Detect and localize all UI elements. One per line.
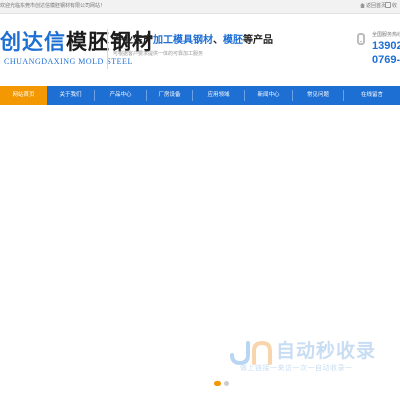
- nav-item-about[interactable]: 关于我们: [47, 86, 94, 105]
- favorite-icon: [385, 2, 391, 8]
- home-link[interactable]: 返回首页: [360, 0, 386, 13]
- nav-item-products[interactable]: 产品中心: [95, 86, 146, 105]
- phone-icon: [357, 33, 365, 45]
- watermark: 自动秒收录 做上链接一来访一次一自动收录一: [228, 337, 398, 377]
- slogan-mid: 、: [213, 35, 223, 46]
- nav-item-applications[interactable]: 应用领域: [193, 86, 244, 105]
- slider-pagination: [214, 381, 234, 387]
- home-link-label: 返回首页: [366, 3, 387, 9]
- watermark-title: 自动秒收录: [276, 341, 377, 362]
- home-icon: [360, 3, 365, 8]
- top-info-bar: 欢迎光临东莞市创达信模胚钢材有限公司网站！ 返回首页 收: [0, 0, 400, 14]
- hotline-label: 全国服务热线: [372, 32, 400, 38]
- welcome-text: 欢迎光临东莞市创达信模胚钢材有限公司网站！: [0, 3, 106, 9]
- slider-dot-1[interactable]: [214, 381, 221, 386]
- slider-dot-2[interactable]: [224, 381, 229, 386]
- sub-slogan: 可根据客户要求提供一体的可靠加工服务: [113, 51, 204, 57]
- nav-item-faq[interactable]: 常见问题: [293, 86, 343, 105]
- page-bottom: [0, 395, 400, 400]
- slogan-highlight-1: 加工模具钢材: [153, 35, 213, 46]
- logo-cn-brand: 创达信: [0, 30, 66, 54]
- favorite-link-label: 收: [392, 3, 398, 9]
- hotline-phone-landline: 0769-8: [372, 54, 400, 66]
- watermark-subtitle: 做上链接一来访一次一自动收录一: [240, 365, 353, 372]
- slogan-highlight-2: 模胚: [223, 35, 243, 46]
- watermark-logo-icon: [230, 340, 272, 365]
- main-nav: 网站首页 关于我们 产品中心 厂房设备 应用领域 新闻中心 常见问题 在线留言: [0, 86, 400, 105]
- favorite-link[interactable]: 收: [385, 0, 397, 13]
- nav-item-home[interactable]: 网站首页: [0, 86, 47, 105]
- logo-en: CHUANGDAXING MOLD STEEL: [4, 57, 133, 66]
- hotline-phone-mobile: 13902: [372, 40, 400, 52]
- slogan-post: 等产品: [243, 35, 273, 46]
- nav-item-facilities[interactable]: 厂房设备: [147, 86, 192, 105]
- header-divider: [107, 29, 108, 69]
- slogan: 专业生产加工模具钢材、模胚等产品: [113, 34, 273, 48]
- nav-item-message[interactable]: 在线留言: [344, 86, 400, 105]
- site-header: 创达信模胚钢材 CHUANGDAXING MOLD STEEL 专业生产加工模具…: [0, 14, 400, 86]
- nav-item-news[interactable]: 新闻中心: [245, 86, 292, 105]
- slogan-pre: 专业生产: [113, 35, 153, 46]
